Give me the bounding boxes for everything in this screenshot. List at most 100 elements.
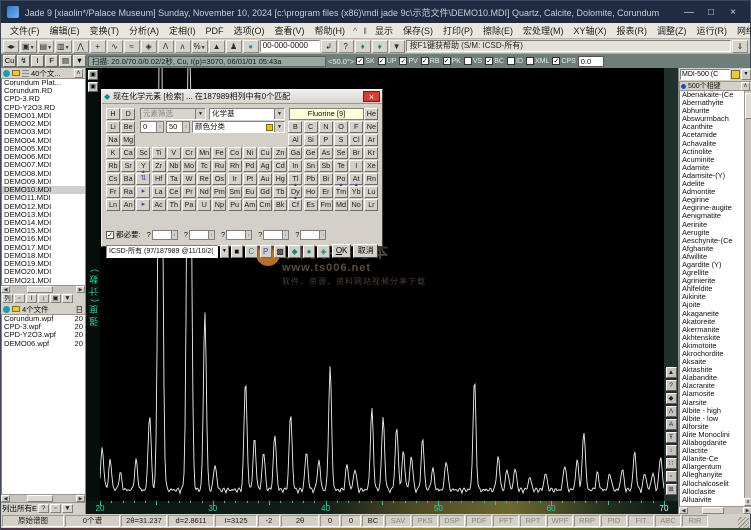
element-Zr[interactable]: Zr xyxy=(152,160,166,172)
chart-tool-button-10[interactable]: ⊞ xyxy=(666,484,677,495)
database-combo[interactable]: ICSD-所有 (97/187989 @11/10/2( xyxy=(106,245,218,258)
element-O[interactable]: O xyxy=(334,121,348,133)
phase-list-item[interactable]: Akaganeite xyxy=(680,310,751,318)
status-mode-pdf[interactable]: PDF xyxy=(466,515,492,527)
row-expand-icon[interactable]: ▸ xyxy=(136,186,150,198)
element-Cr[interactable]: Cr xyxy=(182,147,196,159)
element-Er[interactable]: Er xyxy=(319,186,333,198)
max-count-spinner[interactable]: 50↕ xyxy=(166,121,190,133)
phase-list-item[interactable]: Allanite-Ce xyxy=(680,455,751,463)
element-Lr[interactable]: Lr xyxy=(364,199,378,211)
chart-tool-button-4[interactable]: Λ xyxy=(666,406,677,417)
element-Ne[interactable]: Ne xyxy=(364,121,378,133)
element-Tb[interactable]: Tb xyxy=(273,186,287,198)
element-Ru[interactable]: Ru xyxy=(212,160,226,172)
element-Zn[interactable]: Zn xyxy=(273,147,287,159)
element-Re[interactable]: Re xyxy=(197,173,211,185)
element-Mg[interactable]: Mg xyxy=(121,134,135,146)
file-row[interactable]: DEMO09.MDI xyxy=(2,178,85,186)
peak-cursor-icon[interactable]: + xyxy=(90,40,106,53)
element-La[interactable]: La xyxy=(152,186,166,198)
phase-list-item[interactable]: Akhtenskite xyxy=(680,334,751,342)
list-control-button-2[interactable]: ▫ xyxy=(14,294,25,303)
menu-item-right-5[interactable]: 宏处理(M) xyxy=(518,23,569,38)
phase-list-item[interactable]: Akermanite xyxy=(680,326,751,334)
status-mode-fit[interactable]: FIT xyxy=(628,515,654,527)
element-Ce[interactable]: Ce xyxy=(167,186,181,198)
phase-list-item[interactable]: Adamite xyxy=(680,164,751,172)
card-dropdown-button[interactable]: ▼ xyxy=(389,40,405,53)
search-diamond-button[interactable]: ◆ xyxy=(288,245,300,258)
element-V[interactable]: V xyxy=(167,147,181,159)
element-Os[interactable]: Os xyxy=(212,173,226,185)
element-Es[interactable]: Es xyxy=(304,199,318,211)
status-mode-pks[interactable]: PKS xyxy=(412,515,438,527)
element-Ra[interactable]: Ra xyxy=(121,186,135,198)
element-Tl[interactable]: Tl▲ xyxy=(288,173,302,185)
sm-match-icon[interactable]: %▼ xyxy=(192,40,208,53)
element-Ac[interactable]: Ac xyxy=(152,199,166,211)
phase-list-item[interactable]: Albite - low xyxy=(680,415,751,423)
element-Y[interactable]: Y▲ xyxy=(136,160,150,172)
hscroll-track[interactable] xyxy=(10,286,76,293)
list-control-button-4[interactable]: ↕ xyxy=(38,294,49,303)
element-K[interactable]: K xyxy=(106,147,120,159)
element-Fr[interactable]: Fr xyxy=(106,186,120,198)
element-Tc[interactable]: Tc xyxy=(197,160,211,172)
phase-list-item[interactable]: Alleghanyite xyxy=(680,471,751,479)
chart-tool-button-6[interactable]: Ŧ xyxy=(666,432,677,443)
element-Hg[interactable]: Hg xyxy=(273,173,287,185)
phase-list-item[interactable]: Acanthite xyxy=(680,123,751,131)
scroll-down-button[interactable]: ⇓ xyxy=(732,40,748,53)
element-Cm[interactable]: Cm xyxy=(258,199,272,211)
element-Cf[interactable]: Cf xyxy=(288,199,302,211)
status-mode-wpf[interactable]: WPF xyxy=(547,515,573,527)
slot-label[interactable]: ? xyxy=(295,230,299,239)
file-row[interactable]: DEMO14.MDI xyxy=(2,219,85,227)
element-Yb[interactable]: Yb xyxy=(349,186,363,198)
web-globe-icon[interactable]: ● xyxy=(243,40,259,53)
file-row[interactable]: DEMO20.MDI xyxy=(2,268,85,276)
phase-list-item[interactable]: Alamosite xyxy=(680,390,751,398)
phase-list-item[interactable]: Adelite xyxy=(680,180,751,188)
overlay-phases-icon[interactable]: ▲ xyxy=(209,40,225,53)
background-curve-icon[interactable]: ∿ xyxy=(107,40,123,53)
element-Au[interactable]: Au xyxy=(258,173,272,185)
anode-button-1[interactable]: Cu xyxy=(3,55,16,67)
menu-item-right-7[interactable]: 报表(R) xyxy=(611,23,652,38)
element-Pa[interactable]: Pa xyxy=(182,199,196,211)
apply-card-button[interactable]: ↲ xyxy=(321,40,337,53)
element-Al[interactable]: Al xyxy=(288,134,302,146)
phase-hscroll[interactable]: ◀ ▶ xyxy=(679,506,751,514)
element-Co[interactable]: Co xyxy=(228,147,242,159)
status-mode-dsp[interactable]: DSP xyxy=(439,515,465,527)
close-button[interactable]: × xyxy=(722,7,744,18)
element-P[interactable]: P xyxy=(319,134,333,146)
menu-item-2[interactable]: 编辑(E) xyxy=(45,23,85,38)
pdf-number-field[interactable]: 00-000-0000 xyxy=(260,40,320,52)
file-row[interactable]: DEMO05.MDI xyxy=(2,145,85,153)
phase-list-item[interactable]: Admontite xyxy=(680,188,751,196)
wpf-list-hscroll[interactable]: ◀ ▶ xyxy=(1,494,85,502)
menu-item-3[interactable]: 变换(T) xyxy=(85,23,125,38)
element-Ho[interactable]: Ho xyxy=(304,186,318,198)
navigate-button[interactable]: ◈ xyxy=(317,245,329,258)
menu-item-4[interactable]: 分析(A) xyxy=(124,23,164,38)
minimize-button[interactable]: — xyxy=(678,7,700,18)
element-Gd[interactable]: Gd xyxy=(258,186,272,198)
dialog-close-button[interactable]: × xyxy=(363,91,380,102)
phase-list-item[interactable]: Akatoreite xyxy=(680,318,751,326)
element-Pb[interactable]: Pb xyxy=(304,173,318,185)
file-row[interactable]: DEMO01.MDI xyxy=(2,112,85,120)
menu-item-right-1[interactable]: 显示 xyxy=(370,23,398,38)
scroll-left-icon[interactable]: ◀ xyxy=(1,286,10,293)
element-Rn[interactable]: Rn xyxy=(364,173,378,185)
element-Sm[interactable]: Sm xyxy=(228,186,242,198)
phase-list-item[interactable]: Aksaite xyxy=(680,358,751,366)
checkbox-sk[interactable]: ✓ xyxy=(356,57,364,65)
element-Cs[interactable]: Cs xyxy=(106,173,120,185)
file-row[interactable]: DEMO15.MDI xyxy=(2,227,85,235)
smooth-icon[interactable]: ≈ xyxy=(124,40,140,53)
menu-item-8[interactable]: 查看(V) xyxy=(270,23,310,38)
chart-tool-button-5[interactable]: A xyxy=(666,419,677,430)
